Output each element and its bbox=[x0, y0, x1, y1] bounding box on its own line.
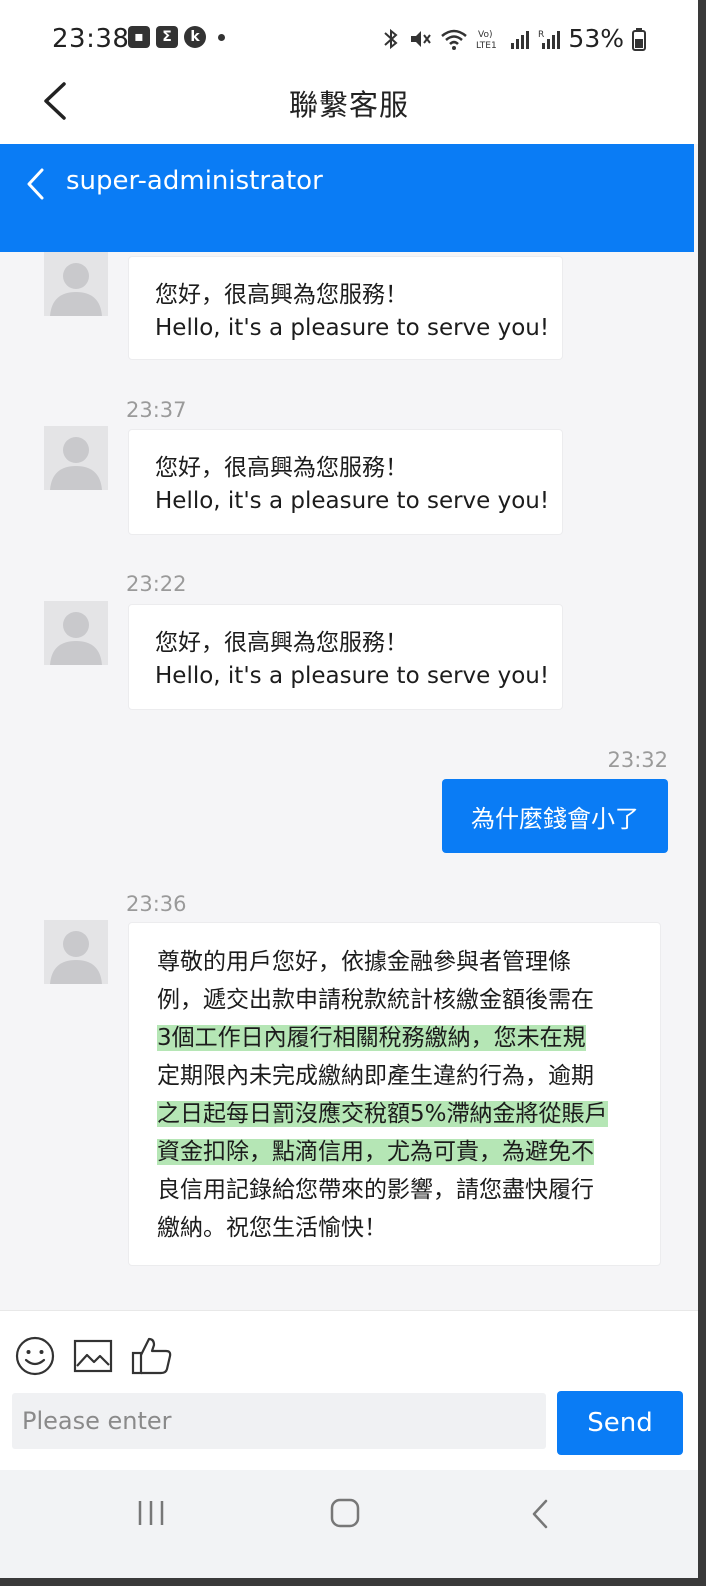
more-notifications-dot bbox=[218, 33, 225, 41]
message-text-zh: 您好，很高興為您服務！ bbox=[155, 455, 408, 481]
sigma-notification-icon: Σ bbox=[156, 26, 178, 48]
message-line: 良信用記錄給您帶來的影響，請您盡快履行 bbox=[157, 1177, 594, 1203]
message-timestamp: 23:32 bbox=[607, 748, 668, 772]
chat-messages[interactable]: 您好，很高興為您服務！ Hello, it's a pleasure to se… bbox=[0, 252, 698, 1310]
default-avatar-icon bbox=[50, 263, 102, 316]
image-icon[interactable] bbox=[72, 1335, 114, 1377]
highlight-mark: 3個工作日內履行相關稅務繳納，您未在規 bbox=[157, 1025, 586, 1051]
home-icon[interactable] bbox=[329, 1498, 361, 1528]
incoming-message-bubble-long: 尊敬的用戶您好，依據金融參與者管理條 例，遞交出款申請稅款統計核繳金額後需在 3… bbox=[128, 922, 661, 1266]
svg-text:R: R bbox=[538, 30, 544, 40]
chat-header: super-administrator bbox=[0, 144, 694, 252]
agent-name: super-administrator bbox=[66, 166, 323, 196]
agent-avatar bbox=[44, 426, 108, 490]
svg-text:Vo): Vo) bbox=[478, 30, 492, 40]
recent-apps-icon[interactable] bbox=[136, 1498, 166, 1528]
volte-icon: Vo)LTE1 bbox=[476, 30, 497, 51]
message-line-highlighted: 資金扣除，點滴信用，尤為可貴，為避免不 bbox=[157, 1133, 634, 1171]
send-button[interactable]: Send bbox=[557, 1391, 683, 1455]
default-avatar-icon bbox=[50, 931, 102, 984]
app-bar: 聯繫客服 bbox=[0, 62, 698, 144]
message-text: 為什麼錢會小了 bbox=[471, 804, 639, 833]
message-line-highlighted: 3個工作日內履行相關稅務繳納，您未在規 bbox=[157, 1019, 634, 1057]
incoming-message-bubble: 您好，很高興為您服務！ Hello, it's a pleasure to se… bbox=[128, 256, 563, 360]
notification-icons: ▪ Σ k bbox=[128, 26, 225, 48]
bluetooth-icon bbox=[384, 28, 398, 49]
highlight-mark: 之日起每日罰沒應交稅額5%滯納金將從賬戶 bbox=[157, 1101, 608, 1127]
system-nav-bar bbox=[0, 1470, 698, 1578]
message-text-en: Hello, it's a pleasure to serve you! bbox=[155, 315, 550, 341]
message-timestamp: 23:22 bbox=[126, 572, 187, 596]
status-time: 23:38 bbox=[52, 24, 130, 54]
message-timestamp: 23:36 bbox=[126, 892, 187, 916]
default-avatar-icon bbox=[50, 612, 102, 665]
wifi-icon bbox=[441, 29, 468, 50]
message-line: 例，遞交出款申請稅款統計核繳金額後需在 bbox=[157, 987, 594, 1013]
nav-back-icon[interactable] bbox=[528, 1498, 552, 1530]
signal-icon bbox=[511, 30, 530, 49]
agent-avatar bbox=[44, 920, 108, 984]
page-title: 聯繫客服 bbox=[288, 88, 409, 122]
agent-avatar bbox=[44, 601, 108, 665]
message-text-zh: 您好，很高興為您服務！ bbox=[155, 282, 408, 308]
message-text-zh: 您好，很高興為您服務！ bbox=[155, 630, 408, 656]
k-notification-icon: k bbox=[184, 26, 206, 48]
smiley-icon[interactable] bbox=[14, 1335, 56, 1377]
message-timestamp: 23:37 bbox=[126, 398, 187, 422]
incoming-message-bubble: 您好，很高興為您服務！ Hello, it's a pleasure to se… bbox=[128, 429, 563, 535]
message-input[interactable] bbox=[12, 1393, 546, 1449]
gallery-notification-icon: ▪ bbox=[128, 26, 150, 48]
agent-avatar bbox=[44, 252, 108, 316]
message-line: 尊敬的用戶您好，依據金融參與者管理條 bbox=[157, 949, 571, 975]
message-text-en: Hello, it's a pleasure to serve you! bbox=[155, 488, 550, 514]
thumbs-up-icon[interactable] bbox=[130, 1335, 174, 1377]
message-line: 定期限內未完成繳納即產生違約行為，逾期 bbox=[157, 1063, 594, 1089]
composer: Send bbox=[0, 1310, 698, 1470]
message-line: 繳納。祝您生活愉快！ bbox=[157, 1215, 387, 1241]
message-line-highlighted: 之日起每日罰沒應交稅額5%滯納金將從賬戶 bbox=[157, 1095, 634, 1133]
highlight-mark: 資金扣除，點滴信用，尤為可貴，為避免不 bbox=[157, 1139, 594, 1165]
incoming-message-bubble: 您好，很高興為您服務！ Hello, it's a pleasure to se… bbox=[128, 604, 563, 710]
battery-icon bbox=[632, 27, 646, 51]
phone-screen: 23:38 ▪ Σ k Vo) LTE1 R 53% 聯繫客服 super-adm… bbox=[0, 0, 698, 1578]
chat-back-chevron-icon[interactable] bbox=[24, 166, 46, 202]
mute-icon bbox=[411, 30, 432, 47]
message-text-en: Hello, it's a pleasure to serve you! bbox=[155, 663, 550, 689]
svg-text:LTE1: LTE1 bbox=[476, 41, 497, 51]
system-status-icons: Vo) LTE1 R 53% bbox=[382, 24, 646, 53]
battery-percent: 53% bbox=[568, 24, 624, 53]
outgoing-message-bubble: 為什麼錢會小了 bbox=[442, 779, 668, 853]
default-avatar-icon bbox=[50, 437, 102, 490]
signal-2-icon: R bbox=[538, 30, 561, 49]
